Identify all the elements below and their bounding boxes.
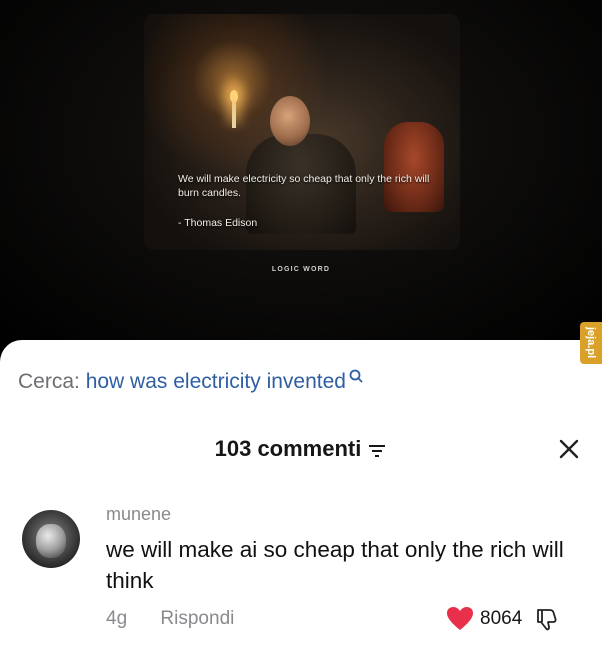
like-count: 8064 <box>480 608 523 629</box>
comments-sheet: Cerca: how was electricity invented 103 … <box>0 340 602 658</box>
search-query-link[interactable]: how was electricity invented <box>86 370 346 393</box>
avatar-image <box>36 524 66 558</box>
figure-head-shape <box>270 96 310 146</box>
close-icon <box>559 439 579 459</box>
search-suggestion[interactable]: Cerca: how was electricity invented <box>18 368 364 394</box>
like-group: 8064 <box>446 606 560 632</box>
comment-count-label: 103 commenti <box>214 436 362 461</box>
search-icon[interactable] <box>348 368 364 384</box>
candle-flame-shape <box>230 90 238 102</box>
comment-meta: 4g Rispondi <box>106 608 234 630</box>
brand-label: LOGIC WORD <box>271 266 331 273</box>
comment-username[interactable]: munene <box>106 504 171 525</box>
heart-icon[interactable] <box>446 606 474 632</box>
dislike-icon[interactable] <box>534 606 560 632</box>
candle-shape <box>232 100 236 128</box>
comment-count-title[interactable]: 103 commenti <box>0 436 602 462</box>
comment-item: munene we will make ai so cheap that onl… <box>0 500 602 650</box>
search-label: Cerca: <box>18 370 80 393</box>
comment-time: 4g <box>106 608 128 629</box>
close-button[interactable] <box>554 434 584 464</box>
quote-image: We will make electricity so cheap that o… <box>144 14 460 250</box>
comment-text: we will make ai so cheap that only the r… <box>106 537 564 593</box>
comments-header: 103 commenti <box>0 436 602 466</box>
quote-text: We will make electricity so cheap that o… <box>178 173 430 199</box>
avatar[interactable] <box>22 510 80 568</box>
reply-button[interactable]: Rispondi <box>160 608 234 629</box>
video-player[interactable]: We will make electricity so cheap that o… <box>0 0 602 345</box>
quote-author: - Thomas Edison <box>178 217 258 229</box>
sort-icon[interactable] <box>367 442 387 458</box>
watermark-logo: jeja.pl <box>580 322 602 364</box>
